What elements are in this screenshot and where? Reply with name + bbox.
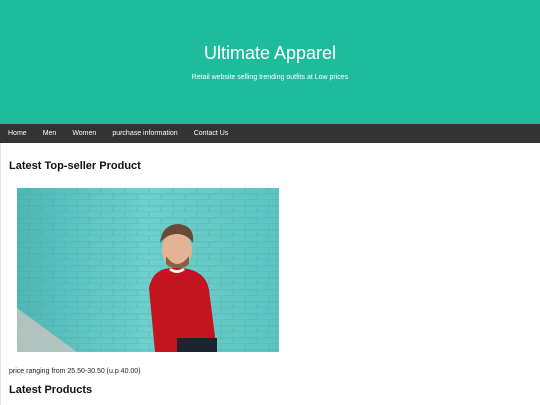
- top-seller-heading: Latest Top-seller Product: [9, 160, 141, 172]
- top-navbar: Home Men Women purchase information Cont…: [0, 124, 540, 143]
- nav-home[interactable]: Home: [0, 124, 35, 143]
- nav-contact-us[interactable]: Contact Us: [186, 124, 237, 143]
- product-photo: [17, 188, 279, 352]
- nav-women[interactable]: Women: [64, 124, 104, 143]
- product-image: [17, 188, 279, 352]
- site-title: Ultimate Apparel: [203, 43, 337, 63]
- latest-products-heading: Latest Products: [9, 384, 93, 396]
- site-tagline: Retail website selling trending outfits …: [191, 74, 349, 81]
- nav-men[interactable]: Men: [35, 124, 65, 143]
- site-header: Ultimate Apparel Retail website selling …: [0, 0, 540, 124]
- nav-purchase-information[interactable]: purchase information: [104, 124, 185, 143]
- price-caption: price ranging from 25.50-30.50 (u.p 40.0…: [9, 368, 141, 375]
